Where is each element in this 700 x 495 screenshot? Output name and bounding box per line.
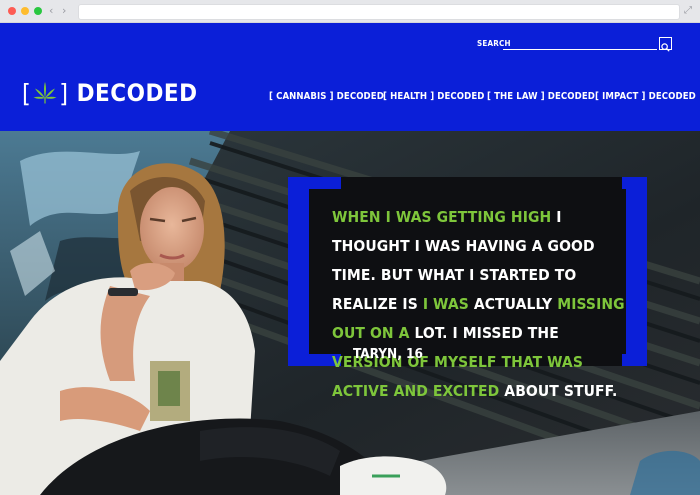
quote-segment: ABOUT STUFF.: [499, 382, 618, 400]
quote-text: WHEN I WAS GETTING HIGH I THOUGHT I WAS …: [332, 203, 632, 406]
maximize-window-icon[interactable]: [34, 7, 42, 15]
search-label: SEARCH: [477, 39, 511, 48]
browser-chrome: ‹ › ⤢: [0, 0, 700, 23]
search-button[interactable]: [659, 37, 672, 52]
logo-text: DECODED: [76, 79, 198, 107]
quote-segment: I WAS: [422, 295, 469, 313]
minimize-window-icon[interactable]: [21, 7, 29, 15]
quote-segment: ACTUALLY: [468, 295, 558, 313]
nav-the-law-decoded[interactable]: [ THE LAW ] DECODED: [487, 91, 595, 105]
quote-attribution: TARYN, 16: [353, 346, 423, 362]
site-logo[interactable]: [ ] DECODED: [22, 78, 198, 108]
forward-arrow-icon[interactable]: ›: [62, 3, 66, 19]
cannabis-leaf-icon: [33, 82, 57, 104]
logo-open-bracket: [: [22, 78, 32, 108]
address-bar[interactable]: [78, 4, 680, 20]
quote-segment: WHEN I WAS GETTING HIGH: [332, 208, 552, 226]
nav-impact-decoded[interactable]: [ IMPACT ] DECODED: [595, 91, 696, 105]
expand-icon[interactable]: ⤢: [684, 3, 692, 19]
search-input[interactable]: [503, 49, 657, 50]
magnifier-icon: [661, 43, 670, 52]
close-window-icon[interactable]: [8, 7, 16, 15]
quote-segment: LOT. I MISSED THE: [409, 324, 559, 342]
nav-health-decoded[interactable]: [ HEALTH ] DECODED: [383, 91, 485, 105]
logo-close-bracket: ]: [59, 78, 69, 108]
nav-cannabis-decoded[interactable]: [ CANNABIS ] DECODED: [269, 91, 384, 105]
site-header: SEARCH [ ] DECODED [ CANNABIS ] DECODED …: [0, 23, 700, 131]
back-arrow-icon[interactable]: ‹: [49, 3, 53, 19]
